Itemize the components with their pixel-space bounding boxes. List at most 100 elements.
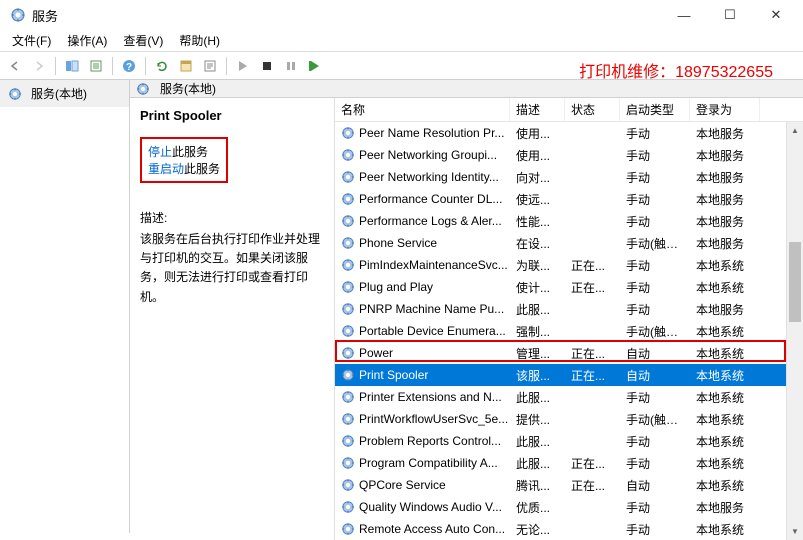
- table-row[interactable]: Quality Windows Audio V...优质...手动本地服务: [335, 496, 803, 518]
- col-header-desc[interactable]: 描述: [510, 98, 565, 121]
- col-header-name[interactable]: 名称: [335, 98, 510, 121]
- scroll-down-arrow[interactable]: ▼: [787, 523, 803, 540]
- table-row[interactable]: Printer Extensions and N...此服...手动本地系统: [335, 386, 803, 408]
- cell-logon: 本地系统: [690, 411, 760, 428]
- gear-icon: [341, 522, 355, 536]
- back-button[interactable]: [4, 55, 26, 77]
- cell-name: PrintWorkflowUserSvc_5e...: [359, 412, 508, 426]
- table-row[interactable]: Portable Device Enumera...强制...手动(触发...本…: [335, 320, 803, 342]
- cell-status: 正在...: [565, 455, 620, 472]
- table-row[interactable]: Peer Networking Groupi...使用...手动本地服务: [335, 144, 803, 166]
- cell-logon: 本地服务: [690, 169, 760, 186]
- table-row[interactable]: Performance Counter DL...使远...手动本地服务: [335, 188, 803, 210]
- restart-button[interactable]: [304, 55, 326, 77]
- cell-name: QPCore Service: [359, 478, 446, 492]
- list-body: Peer Name Resolution Pr...使用...手动本地服务Pee…: [335, 122, 803, 540]
- gear-icon: [341, 170, 355, 184]
- table-row[interactable]: Phone Service在设...手动(触发...本地服务: [335, 232, 803, 254]
- cell-logon: 本地系统: [690, 279, 760, 296]
- table-row[interactable]: Power管理...正在...自动本地系统: [335, 342, 803, 364]
- col-header-status[interactable]: 状态: [565, 98, 620, 121]
- tree-root-item[interactable]: 服务(本地): [0, 80, 129, 107]
- gear-icon: [8, 87, 22, 101]
- gear-icon: [341, 412, 355, 426]
- gear-icon: [136, 82, 150, 96]
- cell-name: Peer Networking Groupi...: [359, 148, 497, 162]
- cell-name: Print Spooler: [359, 368, 428, 382]
- restart-link[interactable]: 重启动: [148, 162, 184, 176]
- cell-name: Problem Reports Control...: [359, 434, 501, 448]
- cell-name: Performance Counter DL...: [359, 192, 502, 206]
- gear-icon: [341, 148, 355, 162]
- selected-service-name: Print Spooler: [140, 108, 324, 123]
- show-hide-tree-button[interactable]: [61, 55, 83, 77]
- gear-icon: [341, 302, 355, 316]
- table-row[interactable]: Print Spooler该服...正在...自动本地系统: [335, 364, 803, 386]
- table-row[interactable]: PNRP Machine Name Pu...此服...手动本地服务: [335, 298, 803, 320]
- help-button[interactable]: ?: [118, 55, 140, 77]
- cell-status: 正在...: [565, 257, 620, 274]
- cell-desc: 使用...: [510, 125, 565, 142]
- cell-startup: 手动: [620, 169, 690, 186]
- cell-logon: 本地服务: [690, 125, 760, 142]
- table-row[interactable]: Peer Name Resolution Pr... 使用... 手动本地服务: [335, 122, 803, 144]
- cell-desc: 管理...: [510, 345, 565, 362]
- cell-logon: 本地系统: [690, 521, 760, 538]
- cell-name: Plug and Play: [359, 280, 433, 294]
- cell-status: 正在...: [565, 477, 620, 494]
- table-row[interactable]: PimIndexMaintenanceSvc...为联...正在...手动本地系…: [335, 254, 803, 276]
- gear-icon: [341, 434, 355, 448]
- cell-startup: 手动: [620, 191, 690, 208]
- export-button[interactable]: [85, 55, 107, 77]
- pause-button[interactable]: [280, 55, 302, 77]
- cell-name: Program Compatibility A...: [359, 456, 498, 470]
- vertical-scrollbar[interactable]: ▲ ▼: [786, 122, 803, 540]
- properties-button[interactable]: [175, 55, 197, 77]
- cell-name: Remote Access Auto Con...: [359, 522, 505, 536]
- menu-view[interactable]: 查看(V): [115, 30, 171, 51]
- table-row[interactable]: Problem Reports Control...此服...手动本地系统: [335, 430, 803, 452]
- cell-name: Performance Logs & Aler...: [359, 214, 502, 228]
- description-label: 描述:: [140, 209, 324, 226]
- maximize-button[interactable]: ☐: [707, 0, 753, 30]
- minimize-button[interactable]: —: [661, 0, 707, 30]
- menu-help[interactable]: 帮助(H): [171, 30, 228, 51]
- stop-link[interactable]: 停止: [148, 145, 172, 159]
- table-row[interactable]: PrintWorkflowUserSvc_5e...提供...手动(触发...本…: [335, 408, 803, 430]
- right-pane-header: 服务(本地): [130, 80, 803, 98]
- cell-startup: 手动: [620, 125, 690, 142]
- stop-service-line: 停止此服务: [148, 143, 220, 160]
- cell-name: Peer Networking Identity...: [359, 170, 499, 184]
- refresh-button[interactable]: [151, 55, 173, 77]
- cell-startup: 手动: [620, 301, 690, 318]
- col-header-startup[interactable]: 启动类型: [620, 98, 690, 121]
- console-button[interactable]: [199, 55, 221, 77]
- cell-startup: 手动: [620, 521, 690, 538]
- app-icon: [10, 7, 26, 23]
- scroll-up-arrow[interactable]: ▲: [787, 122, 803, 139]
- cell-desc: 此服...: [510, 433, 565, 450]
- cell-name: Phone Service: [359, 236, 437, 250]
- menu-action[interactable]: 操作(A): [59, 30, 115, 51]
- cell-logon: 本地系统: [690, 323, 760, 340]
- table-row[interactable]: QPCore Service腾讯...正在...自动本地系统: [335, 474, 803, 496]
- table-row[interactable]: Program Compatibility A...此服...正在...手动本地…: [335, 452, 803, 474]
- cell-name: Peer Name Resolution Pr...: [359, 126, 504, 140]
- table-row[interactable]: Remote Access Auto Con...无论...手动本地系统: [335, 518, 803, 540]
- cell-startup: 自动: [620, 345, 690, 362]
- cell-logon: 本地系统: [690, 367, 760, 384]
- col-header-logon[interactable]: 登录为: [690, 98, 760, 121]
- cell-startup: 手动: [620, 499, 690, 516]
- close-button[interactable]: ✕: [753, 0, 799, 30]
- stop-button[interactable]: [256, 55, 278, 77]
- table-row[interactable]: Peer Networking Identity...向对...手动本地服务: [335, 166, 803, 188]
- table-row[interactable]: Performance Logs & Aler...性能...手动本地服务: [335, 210, 803, 232]
- cell-startup: 手动(触发...: [620, 235, 690, 252]
- play-button[interactable]: [232, 55, 254, 77]
- scroll-thumb[interactable]: [789, 242, 801, 322]
- cell-name: Printer Extensions and N...: [359, 390, 502, 404]
- gear-icon: [341, 280, 355, 294]
- table-row[interactable]: Plug and Play使计...正在...手动本地系统: [335, 276, 803, 298]
- forward-button[interactable]: [28, 55, 50, 77]
- menu-file[interactable]: 文件(F): [4, 30, 59, 51]
